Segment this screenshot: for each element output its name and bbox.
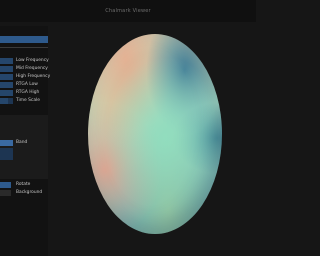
rotate-label: Rotate (16, 182, 31, 187)
low-frequency-slider[interactable] (0, 58, 13, 64)
band-label: Band (16, 140, 28, 145)
rtga-high-slider[interactable] (0, 90, 13, 96)
render-viewport[interactable] (48, 22, 256, 256)
mid-frequency-slider[interactable] (0, 66, 13, 72)
background-toggle[interactable] (0, 190, 11, 196)
rtga-high-label: RTGA High (16, 90, 40, 95)
rendered-sphere[interactable] (88, 34, 222, 234)
time-scale-label: Time Scale (16, 98, 40, 103)
band-section (0, 115, 48, 179)
panel-divider (0, 47, 48, 48)
rtga-low-slider[interactable] (0, 82, 13, 88)
mid-frequency-label: Mid Frequency (16, 66, 48, 71)
rtga-low-label: RTGA Low (16, 82, 38, 87)
band-slider[interactable] (0, 140, 13, 146)
panel-header[interactable] (0, 36, 48, 43)
window-title: Chalmark Viewer (105, 8, 151, 14)
high-frequency-slider[interactable] (0, 74, 13, 80)
low-frequency-label: Low Frequency (16, 58, 49, 63)
time-scale-slider[interactable] (0, 98, 13, 104)
background-label: Background (16, 190, 43, 195)
title-bar: Chalmark Viewer (0, 0, 256, 22)
high-frequency-label: High Frequency (16, 74, 51, 79)
band-value-bar[interactable] (0, 148, 13, 160)
rotate-toggle[interactable] (0, 182, 11, 188)
